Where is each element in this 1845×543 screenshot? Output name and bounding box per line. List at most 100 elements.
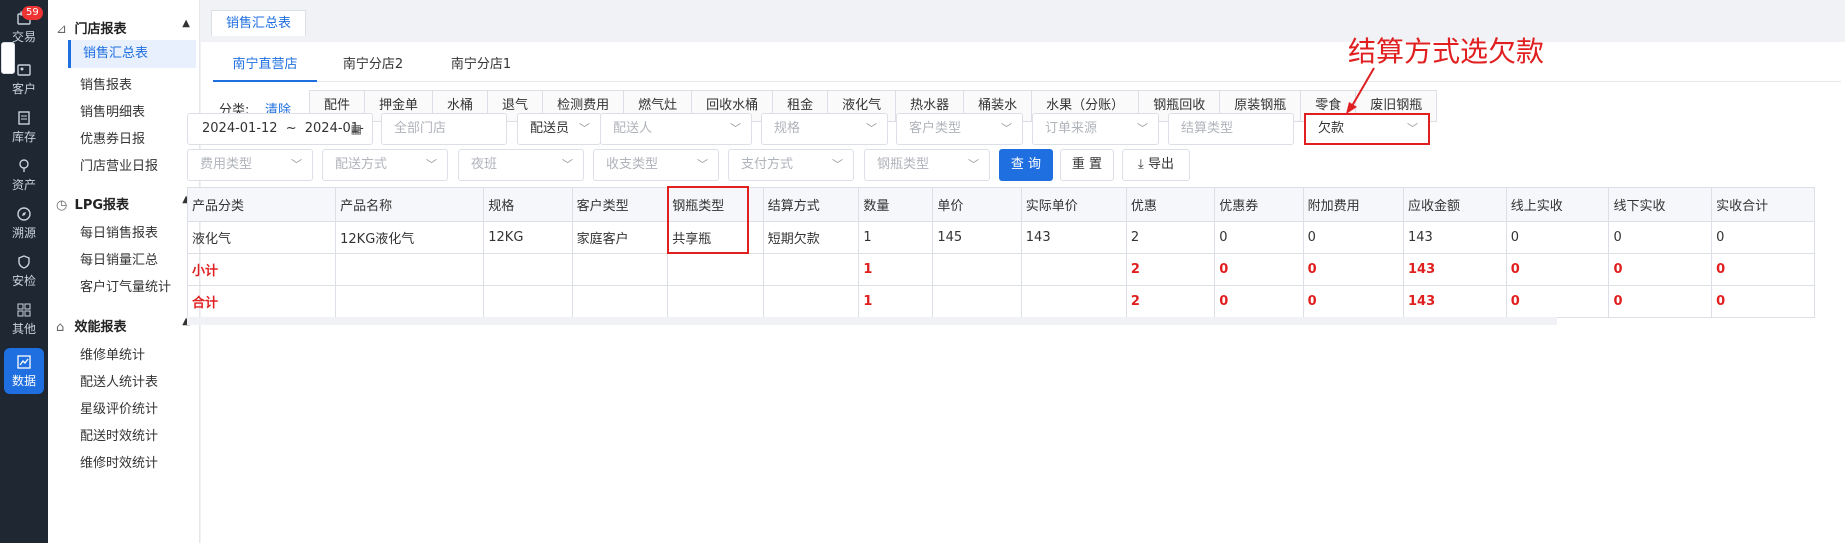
column-header: 优惠	[1125, 187, 1216, 222]
table-cell: 1	[858, 221, 934, 254]
nav-inventory[interactable]: 库存	[0, 110, 48, 145]
sidebar-item-daily-sales[interactable]: 每日销售报表	[80, 222, 158, 241]
nav-customer-label: 客户	[11, 82, 36, 96]
sidebar-item-store-daily[interactable]: 门店营业日报	[80, 155, 158, 174]
shield-icon	[18, 255, 30, 269]
table-cell	[762, 285, 860, 318]
nav-other-label: 其他	[11, 322, 36, 336]
column-header: 单价	[932, 187, 1022, 222]
table-cell: 小计	[186, 253, 337, 286]
annotation-arrow-icon	[1346, 67, 1375, 114]
pay-method-select[interactable]: 支付方式 ﹀	[728, 149, 854, 181]
settle-type-input[interactable]: 结算类型	[1168, 113, 1294, 145]
reset-button[interactable]: 重 置	[1060, 149, 1114, 181]
chevron-down-icon: ﹀	[1407, 122, 1418, 135]
column-header: 产品名称	[335, 187, 485, 222]
sidebar-item-customer-order[interactable]: 客户订气量统计	[80, 276, 171, 295]
active-tab-indicator	[213, 80, 317, 82]
chevron-down-icon: ﹀	[697, 158, 708, 171]
table-cell: 0	[1214, 221, 1304, 254]
delivery-method-select[interactable]: 配送方式 ﹀	[322, 149, 448, 181]
store-tab-branch-1[interactable]: 南宁分店1	[429, 50, 533, 80]
nav-safety[interactable]: 安检	[0, 254, 48, 289]
table-cell: 0	[1608, 285, 1713, 318]
bottle-type-placeholder: 钢瓶类型	[877, 157, 930, 172]
table-cell: 2	[1125, 221, 1216, 254]
column-header: 结算方式	[762, 187, 860, 222]
table-cell: 短期欠款	[762, 221, 860, 254]
bottle-type-select[interactable]: 钢瓶类型 ﹀	[864, 149, 990, 181]
column-header: 附加费用	[1302, 187, 1405, 222]
nav-inventory-label: 库存	[11, 130, 36, 144]
column-header: 线下实收	[1608, 187, 1713, 222]
query-button[interactable]: 查 询	[999, 149, 1053, 181]
sidebar-group-store[interactable]: ⊿ 门店报表 ▲	[56, 18, 196, 42]
sidebar-item-repair-time[interactable]: 维修时效统计	[80, 452, 158, 471]
column-header: 产品分类	[186, 187, 337, 222]
spec-select[interactable]: 规格 ﹀	[761, 113, 888, 145]
sidebar-item-delivery-time[interactable]: 配送时效统计	[80, 425, 158, 444]
chevron-down-icon: ﹀	[291, 158, 302, 171]
chevron-down-icon: ﹀	[832, 158, 843, 171]
subtotal-row: 小计 1 2 0 0 143 0 0 0	[186, 253, 1815, 286]
store-select[interactable]: 全部门店	[381, 113, 507, 145]
sidebar-item-rating-stat[interactable]: 星级评价统计	[80, 398, 158, 417]
sidebar-item-sales-detail[interactable]: 销售明细表	[80, 101, 145, 120]
table-cell: 143	[1403, 253, 1507, 286]
export-label: 导出	[1147, 157, 1174, 172]
chevron-down-icon: ﹀	[730, 122, 741, 135]
sidebar-item-deliverer-stat[interactable]: 配送人统计表	[80, 371, 158, 390]
nav-assets[interactable]: 资产	[0, 158, 48, 193]
sidebar-group-label: 门店报表	[74, 22, 127, 37]
column-header: 应收金额	[1403, 187, 1507, 222]
delivery-person-select[interactable]: 配送人 ﹀	[600, 113, 752, 145]
sidebar-group-efficiency[interactable]: ⌂ 效能报表 ▲	[56, 316, 196, 340]
date-range-picker[interactable]: 2024-01-12 ~ 2024-01-12 ▦	[187, 113, 373, 166]
sidebar-group-lpg[interactable]: ◷ LPG报表 ▲	[56, 194, 196, 218]
sidebar-item-daily-volume[interactable]: 每日销量汇总	[80, 249, 158, 268]
chevron-down-icon: ﹀	[579, 122, 590, 135]
nav-other[interactable]: 其他	[0, 302, 48, 337]
nav-data[interactable]: 数据	[4, 348, 44, 394]
table-cell: 家庭客户	[571, 221, 669, 254]
nav-trade[interactable]: 59 交易	[0, 6, 48, 45]
table-cell: 0	[1505, 285, 1610, 318]
sales-summary-table: 产品分类 产品名称 规格 客户类型 钢瓶类型 结算方式 数量 单价 实际单价 优…	[186, 187, 1815, 318]
sidebar-item-sales-summary[interactable]: 销售汇总表	[68, 40, 196, 68]
nav-trace-label: 溯源	[11, 226, 36, 240]
chevron-down-icon: ﹀	[866, 122, 877, 135]
store-tab-nanning-main[interactable]: 南宁直营店	[213, 50, 317, 80]
customer-icon	[17, 64, 31, 76]
night-shift-placeholder: 夜班	[471, 157, 498, 172]
chevron-down-icon: ﹀	[426, 158, 437, 171]
customer-type-placeholder: 客户类型	[909, 121, 962, 136]
fee-type-select[interactable]: 费用类型 ﹀	[187, 149, 313, 181]
table-cell: 0	[1505, 221, 1610, 254]
sidebar-item-repair-stat[interactable]: 维修单统计	[80, 344, 145, 363]
table-cell	[483, 285, 573, 318]
sidebar-group-label: 效能报表	[74, 320, 127, 335]
table-cell: 0	[1711, 285, 1815, 318]
table-cell: 0	[1214, 253, 1304, 286]
main-nav: 59 交易 客户 库存 资产 溯源 安检 其他 数据	[0, 0, 48, 543]
table-cell	[335, 285, 485, 318]
delivery-role-select[interactable]: 配送员 ﹀	[517, 113, 601, 145]
settle-method-value: 欠款	[1318, 121, 1345, 136]
order-source-select[interactable]: 订单来源 ﹀	[1032, 113, 1159, 145]
table-cell	[932, 285, 1022, 318]
settle-method-select[interactable]: 欠款 ﹀	[1304, 113, 1430, 145]
nav-trace[interactable]: 溯源	[0, 206, 48, 241]
sidebar-item-coupon-daily[interactable]: 优惠券日报	[80, 128, 145, 147]
income-type-select[interactable]: 收支类型 ﹀	[593, 149, 719, 181]
sidebar-item-sales-report[interactable]: 销售报表	[80, 74, 132, 93]
column-header: 优惠券	[1214, 187, 1304, 222]
tab-sales-summary[interactable]: 销售汇总表	[211, 10, 307, 36]
table-cell: 143	[1403, 221, 1507, 254]
night-shift-select[interactable]: 夜班 ﹀	[458, 149, 584, 181]
export-button[interactable]: ⤓ 导出	[1122, 149, 1190, 181]
table-cell: 0	[1214, 285, 1304, 318]
delivery-person-placeholder: 配送人	[613, 121, 653, 136]
table-scrollbar[interactable]	[187, 317, 1557, 325]
store-tab-branch-2[interactable]: 南宁分店2	[321, 50, 425, 80]
customer-type-select[interactable]: 客户类型 ﹀	[896, 113, 1023, 145]
